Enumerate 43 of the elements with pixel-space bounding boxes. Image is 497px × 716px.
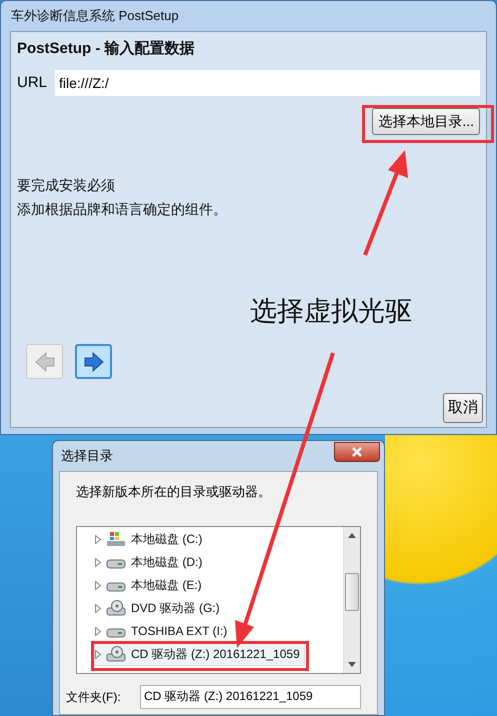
message-line: 要完成安装必须 [17, 176, 115, 195]
tree-item[interactable]: DVD 驱动器 (G:) [94, 596, 225, 620]
expand-icon [95, 534, 101, 544]
browse-button[interactable]: 选择本地目录... [372, 108, 480, 135]
cancel-button[interactable]: 取消 [443, 393, 483, 423]
optical-drive-icon [106, 646, 126, 662]
folder-field[interactable]: CD 驱动器 (Z:) 20161221_1059 [140, 684, 361, 708]
tree-item-label: 本地磁盘 (E:) [131, 577, 202, 594]
tree-item-label: TOSHIBA EXT (I:) [131, 623, 228, 640]
folder-label: 文件夹(F): [66, 688, 122, 706]
annotation-text: 选择虚拟光驱 [250, 295, 412, 328]
close-icon [351, 447, 363, 457]
url-label: URL [17, 72, 48, 93]
expand-icon [95, 650, 101, 658]
page-heading: PostSetup - 输入配置数据 [17, 39, 195, 59]
tree-item[interactable]: 本地磁盘 (D:) [94, 550, 208, 574]
instruction-text: 选择新版本所在的目录或驱动器。 [76, 483, 271, 501]
scroll-thumb[interactable] [345, 572, 359, 610]
message-line: 添加根据品牌和语言确定的组件。 [17, 200, 227, 219]
tree-item-label: CD 驱动器 (Z:) 20161221_1059 [131, 646, 300, 663]
tree-item-label: 本地磁盘 (D:) [131, 554, 202, 571]
close-button[interactable] [334, 442, 380, 462]
expand-icon [95, 558, 101, 566]
scroll-down-icon [348, 662, 356, 666]
expand-icon [95, 626, 101, 636]
tree-item-label: DVD 驱动器 (G:) [131, 600, 220, 617]
expand-icon [95, 604, 101, 612]
expand-icon [95, 580, 101, 590]
scrollbar[interactable] [343, 526, 360, 672]
optical-drive-icon [106, 600, 126, 616]
dialog-title: 选择目录 [61, 447, 113, 466]
next-button[interactable] [75, 344, 112, 379]
tree-item[interactable]: 本地磁盘 (C:) [94, 528, 208, 550]
tree-item-label: 本地磁盘 (C:) [131, 531, 202, 548]
scroll-up-icon [348, 532, 356, 538]
tree-item[interactable]: CD 驱动器 (Z:) 20161221_1059 [94, 642, 305, 666]
right-arrow-icon [82, 350, 104, 372]
url-field[interactable]: file:///Z:/ [55, 70, 480, 96]
left-arrow-icon [34, 350, 56, 372]
system-drive-icon [106, 531, 126, 547]
tree-item[interactable]: 本地磁盘 (E:) [94, 574, 207, 596]
window-title: 车外诊断信息系统 PostSetup [10, 7, 180, 26]
tree-item[interactable]: TOSHIBA EXT (I:) [94, 620, 232, 642]
